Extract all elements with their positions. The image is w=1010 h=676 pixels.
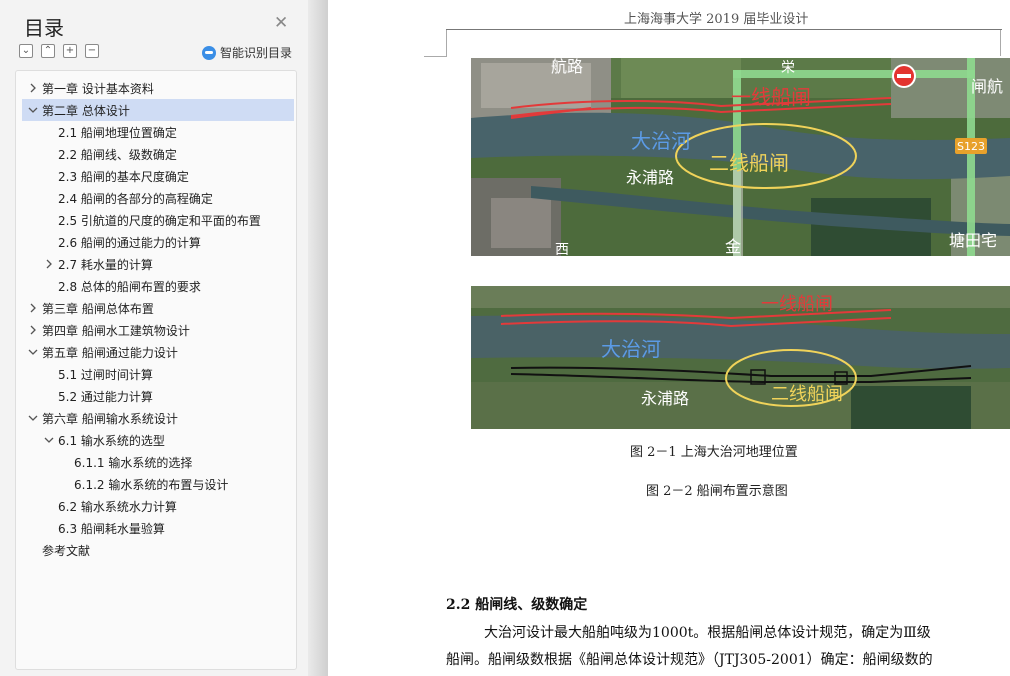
chevron-down-icon[interactable] xyxy=(27,104,39,116)
expand-all-button[interactable]: ⌃ xyxy=(41,44,55,58)
toc-item[interactable]: 2.4 船闸的各部分的高程确定 xyxy=(16,187,296,209)
figure-1-caption: 图 2－1 上海大治河地理位置 xyxy=(630,445,798,460)
toc-item[interactable]: 第一章 设计基本资料 xyxy=(16,77,296,99)
map-1-label-road: 永浦路 xyxy=(626,168,674,187)
paragraph-line: 大治河设计最大船舶吨级为1000t。根据船闸总体设计规范，确定为Ⅲ级 xyxy=(484,625,931,641)
figure-map-2: 一线船闸 大治河 二线船闸 永浦路 xyxy=(471,286,1010,429)
smart-toc-button[interactable]: 智能识别目录 xyxy=(202,44,292,61)
toc-item-label: 2.4 船闸的各部分的高程确定 xyxy=(58,191,213,206)
map-1-label-river: 大治河 xyxy=(631,129,691,153)
chevron-down-icon[interactable] xyxy=(27,412,39,424)
cloud-icon xyxy=(202,45,216,60)
toc-item-label: 2.1 船闸地理位置确定 xyxy=(58,125,177,140)
chevron-right-icon[interactable] xyxy=(27,324,39,336)
map-1-label-road-top: 航路 xyxy=(551,58,583,76)
section-heading: 2.2 船闸线、级数确定 xyxy=(446,597,588,613)
toc-item[interactable]: 6.3 船闸耗水量验算 xyxy=(16,517,296,539)
toc-item-label: 6.1.1 输水系统的选择 xyxy=(74,455,193,470)
add-heading-button[interactable]: + xyxy=(63,44,77,58)
map-2-label-line1: 一线船闸 xyxy=(761,294,833,315)
document-page: 上海海事大学 2019 届毕业设计 航路 一线船闸 二线船闸 大治河 永浦路 S… xyxy=(328,0,1010,676)
toc-item-label: 6.1.2 输水系统的布置与设计 xyxy=(74,477,229,492)
map-1-label-right-top: 闸航 xyxy=(971,77,1003,96)
toc-item-label: 2.3 船闸的基本尺度确定 xyxy=(58,169,189,184)
collapse-all-button[interactable]: ⌄ xyxy=(19,44,33,58)
toc-toolbar: ⌄ ⌃ + − xyxy=(19,44,99,58)
remove-heading-button[interactable]: − xyxy=(85,44,99,58)
crop-mark xyxy=(446,30,447,56)
map-2-label-road: 永浦路 xyxy=(641,389,689,408)
toc-item-label: 第六章 船闸输水系统设计 xyxy=(42,411,178,426)
map-1-label-line1: 一线船闸 xyxy=(731,85,811,109)
map-1-image: 航路 一线船闸 二线船闸 大治河 永浦路 S123 闸航 塘田宅 西 金 栄 xyxy=(471,58,1010,256)
toc-item-label: 6.2 输水系统水力计算 xyxy=(58,499,177,514)
toc-item[interactable]: 5.1 过闸时间计算 xyxy=(16,363,296,385)
toc-item[interactable]: 2.5 引航道的尺度的确定和平面的布置 xyxy=(16,209,296,231)
body-paragraph: 大治河设计最大船舶吨级为1000t。根据船闸总体设计规范，确定为Ⅲ级 船闸。船闸… xyxy=(446,620,1004,674)
toc-item[interactable]: 第四章 船闸水工建筑物设计 xyxy=(16,319,296,341)
toc-item[interactable]: 第三章 船闸总体布置 xyxy=(16,297,296,319)
figure-2-caption: 图 2－2 船闸布置示意图 xyxy=(646,484,788,499)
header-rule xyxy=(446,29,1002,30)
toc-list: 第一章 设计基本资料 第二章 总体设计 2.1 船闸地理位置确定 2.2 船闸线、级数… xyxy=(15,70,297,670)
map-1-label-badge: S123 xyxy=(957,140,985,153)
toc-item-label: 5.1 过闸时间计算 xyxy=(58,367,153,382)
toc-item-label: 6.1 输水系统的选型 xyxy=(58,433,165,448)
toc-item-label: 2.5 引航道的尺度的确定和平面的布置 xyxy=(58,213,261,228)
map-1-label-line2: 二线船闸 xyxy=(709,151,789,175)
toc-item-label: 2.2 船闸线、级数确定 xyxy=(58,147,177,162)
map-2-label-river: 大治河 xyxy=(601,337,661,361)
toc-item-label: 5.2 通过能力计算 xyxy=(58,389,153,404)
toc-item-label: 第三章 船闸总体布置 xyxy=(42,301,154,316)
toc-panel: 目录 ✕ ⌄ ⌃ + − 智能识别目录 第一章 设计基本资料 第二章 总体设计 2.… xyxy=(0,0,308,676)
toc-item[interactable]: 2.3 船闸的基本尺度确定 xyxy=(16,165,296,187)
toc-item[interactable]: 6.1 输水系统的选型 xyxy=(16,429,296,451)
toc-item[interactable]: 参考文献 xyxy=(16,539,296,561)
smart-toc-label: 智能识别目录 xyxy=(220,46,293,60)
page-header: 上海海事大学 2019 届毕业设计 xyxy=(624,12,809,27)
panel-splitter[interactable] xyxy=(308,0,328,676)
paragraph-line: 船闸。船闸级数根据《船闸总体设计规范》（JTJ305-2001）确定：船闸级数的 xyxy=(446,652,933,668)
map-1-label-right-bottom: 塘田宅 xyxy=(949,231,997,250)
toc-item[interactable]: 2.6 船闸的通过能力的计算 xyxy=(16,231,296,253)
map-1-label-top-mid: 栄 xyxy=(781,60,795,76)
toc-item[interactable]: 第二章 总体设计 xyxy=(22,99,294,121)
crop-mark xyxy=(1000,30,1001,56)
toc-item-label: 2.7 耗水量的计算 xyxy=(58,257,153,272)
map-2-image: 一线船闸 大治河 二线船闸 永浦路 xyxy=(471,286,1010,429)
toc-item-label: 6.3 船闸耗水量验算 xyxy=(58,521,165,536)
chevron-right-icon[interactable] xyxy=(27,302,39,314)
map-1-label-bottom2: 金 xyxy=(725,237,741,256)
toc-item[interactable]: 6.2 输水系统水力计算 xyxy=(16,495,296,517)
toc-item[interactable]: 6.1.1 输水系统的选择 xyxy=(16,451,296,473)
toc-item-label: 2.6 船闸的通过能力的计算 xyxy=(58,235,201,250)
crop-mark xyxy=(424,56,447,57)
chevron-down-icon[interactable] xyxy=(27,346,39,358)
toc-item[interactable]: 第六章 船闸输水系统设计 xyxy=(16,407,296,429)
close-icon[interactable]: ✕ xyxy=(274,13,288,33)
toc-item[interactable]: 6.1.2 输水系统的布置与设计 xyxy=(16,473,296,495)
chevron-right-icon[interactable] xyxy=(27,82,39,94)
toc-item-label: 第二章 总体设计 xyxy=(42,103,130,118)
toc-item[interactable]: 第五章 船闸通过能力设计 xyxy=(16,341,296,363)
map-2-label-line2: 二线船闸 xyxy=(771,384,843,405)
toc-item-label: 2.8 总体的船闸布置的要求 xyxy=(58,279,201,294)
toc-title: 目录 xyxy=(24,16,64,40)
toc-item-label: 第四章 船闸水工建筑物设计 xyxy=(42,323,190,338)
chevron-right-icon[interactable] xyxy=(43,258,55,270)
toc-item[interactable]: 5.2 通过能力计算 xyxy=(16,385,296,407)
toc-item[interactable]: 2.2 船闸线、级数确定 xyxy=(16,143,296,165)
figure-map-1: 航路 一线船闸 二线船闸 大治河 永浦路 S123 闸航 塘田宅 西 金 栄 xyxy=(471,58,1010,256)
toc-item-label: 第五章 船闸通过能力设计 xyxy=(42,345,178,360)
chevron-down-icon[interactable] xyxy=(43,434,55,446)
map-1-label-bottom1: 西 xyxy=(555,242,569,256)
toc-item-label: 参考文献 xyxy=(42,543,91,558)
toc-item[interactable]: 2.1 船闸地理位置确定 xyxy=(16,121,296,143)
toc-item[interactable]: 2.7 耗水量的计算 xyxy=(16,253,296,275)
toc-item-label: 第一章 设计基本资料 xyxy=(42,81,154,96)
toc-item[interactable]: 2.8 总体的船闸布置的要求 xyxy=(16,275,296,297)
